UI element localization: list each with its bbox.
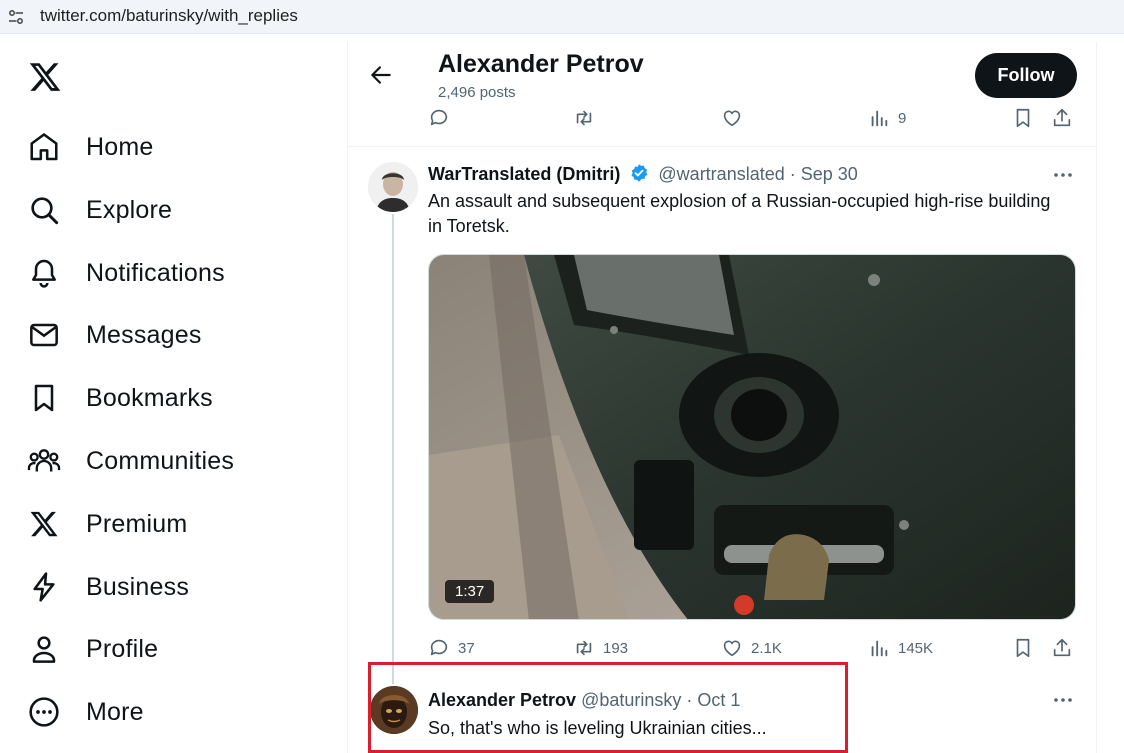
sidebar-item-home[interactable]: Home (26, 127, 154, 167)
bookmark-icon (1016, 638, 1030, 658)
views-count: 9 (898, 109, 907, 127)
sidebar-item-label: More (86, 697, 144, 726)
thread-line (392, 214, 394, 684)
reply-count: 37 (458, 639, 475, 657)
sidebar-item-communities[interactable]: Communities (26, 441, 234, 481)
mail-icon (26, 317, 62, 353)
home-icon (26, 129, 62, 165)
retweet-button[interactable]: 193 (573, 636, 628, 660)
bookmark-icon (26, 380, 62, 416)
views-button[interactable]: 145K (868, 636, 933, 660)
tweet-actions-previous: 9 (428, 106, 1078, 130)
share-icon (1053, 108, 1071, 127)
tweet-text: An assault and subsequent explosion of a… (428, 191, 1051, 236)
views-chart-icon (871, 640, 888, 657)
retweet-count: 193 (603, 639, 629, 657)
avatar[interactable] (368, 162, 418, 212)
page-title: Alexander Petrov (438, 50, 644, 78)
sidebar-item-premium[interactable]: Premium (26, 504, 187, 544)
sidebar-item-bookmarks[interactable]: Bookmarks (26, 378, 213, 418)
tweet-actions: 37 193 2.1K 145K (428, 636, 1078, 660)
follow-button[interactable]: Follow (975, 53, 1077, 98)
search-icon (26, 192, 62, 228)
sidebar-item-label: Bookmarks (86, 383, 213, 412)
more-options-icon[interactable] (1051, 688, 1075, 712)
video-thumbnail (429, 255, 1075, 619)
reply-icon (430, 109, 448, 126)
sidebar-item-label: Notifications (86, 258, 225, 287)
like-count: 2.1K (751, 639, 782, 657)
bookmark-button[interactable] (1012, 106, 1034, 130)
sidebar-item-label: Premium (86, 509, 188, 538)
like-button[interactable] (721, 106, 743, 130)
verified-badge-icon (631, 164, 648, 182)
back-arrow-icon[interactable] (368, 62, 394, 88)
video-duration: 1:37 (445, 580, 495, 603)
bookmark-icon (1016, 108, 1030, 128)
reply-button[interactable] (428, 106, 450, 130)
divider (348, 146, 1096, 147)
lightning-icon (26, 569, 62, 605)
sidebar-item-label: Home (86, 132, 154, 161)
like-button[interactable]: 2.1K (721, 636, 782, 660)
sidebar-item-notifications[interactable]: Notifications (26, 253, 225, 293)
sidebar-item-label: Profile (86, 634, 159, 663)
views-button[interactable]: 9 (868, 106, 906, 130)
author-handle-date[interactable]: @wartranslated · Sep 30 (658, 164, 857, 184)
sidebar-item-label: Explore (86, 195, 173, 224)
post-count: 2,496 posts (438, 84, 516, 101)
share-icon (1053, 638, 1071, 657)
reply-button[interactable]: 37 (428, 636, 475, 660)
more-circle-icon (26, 694, 62, 730)
views-count: 145K (898, 639, 934, 657)
x-logo-icon[interactable] (28, 60, 62, 94)
sidebar-item-label: Business (86, 572, 190, 601)
author-name[interactable]: WarTranslated (Dmitri) (428, 164, 620, 184)
avatar-image (368, 162, 418, 212)
sidebar-item-messages[interactable]: Messages (26, 315, 202, 355)
retweet-icon (576, 110, 592, 126)
heart-icon (723, 110, 741, 127)
url-text[interactable]: twitter.com/baturinsky/with_replies (40, 6, 298, 26)
sidebar-item-label: Messages (86, 320, 202, 349)
share-button[interactable] (1051, 636, 1073, 660)
main-timeline: Alexander Petrov 2,496 posts Follow 9 Wa… (347, 42, 1097, 753)
person-icon (26, 631, 62, 667)
views-chart-icon (871, 110, 888, 127)
sidebar-item-more[interactable]: More (26, 692, 144, 732)
retweet-icon (576, 640, 592, 656)
heart-icon (723, 640, 741, 657)
communities-icon (26, 443, 62, 479)
sidebar-item-explore[interactable]: Explore (26, 190, 172, 230)
reply-icon (430, 639, 448, 656)
x-logo-icon (26, 506, 62, 542)
tweet-header: WarTranslated (Dmitri) @wartranslated · … (428, 163, 858, 185)
video-player[interactable]: 1:37 (428, 254, 1076, 620)
site-settings-icon[interactable] (8, 9, 24, 25)
sidebar-item-profile[interactable]: Profile (26, 629, 158, 669)
retweet-button[interactable] (573, 106, 595, 130)
sidebar-item-business[interactable]: Business (26, 567, 189, 607)
address-bar[interactable]: twitter.com/baturinsky/with_replies (0, 0, 1124, 34)
highlight-box (368, 662, 848, 753)
sidebar-item-label: Communities (86, 446, 235, 475)
more-options-icon[interactable] (1051, 163, 1075, 187)
bookmark-button[interactable] (1012, 636, 1034, 660)
bell-icon (26, 255, 62, 291)
share-button[interactable] (1051, 106, 1073, 130)
